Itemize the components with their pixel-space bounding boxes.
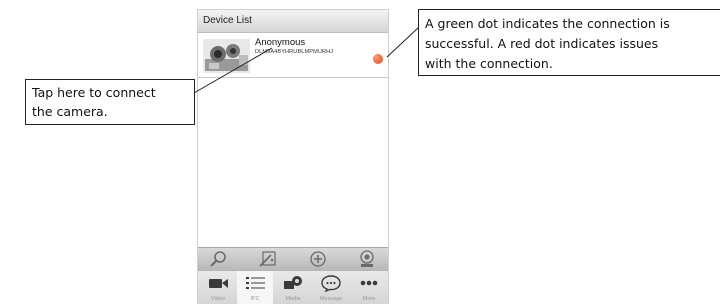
callout-right-line2: successful. A red dot indicates issues <box>425 36 659 51</box>
callout-right-line1: A green dot indicates the connection is <box>425 16 670 31</box>
callout-right-line3: with the connection. <box>425 56 553 71</box>
status-dot-callout: A green dot indicates the connection is … <box>418 9 720 76</box>
callout-left-line1: Tap here to connect <box>32 85 156 100</box>
callout-left-line2: the camera. <box>32 104 108 119</box>
connect-camera-callout: Tap here to connect the camera. <box>25 79 195 125</box>
